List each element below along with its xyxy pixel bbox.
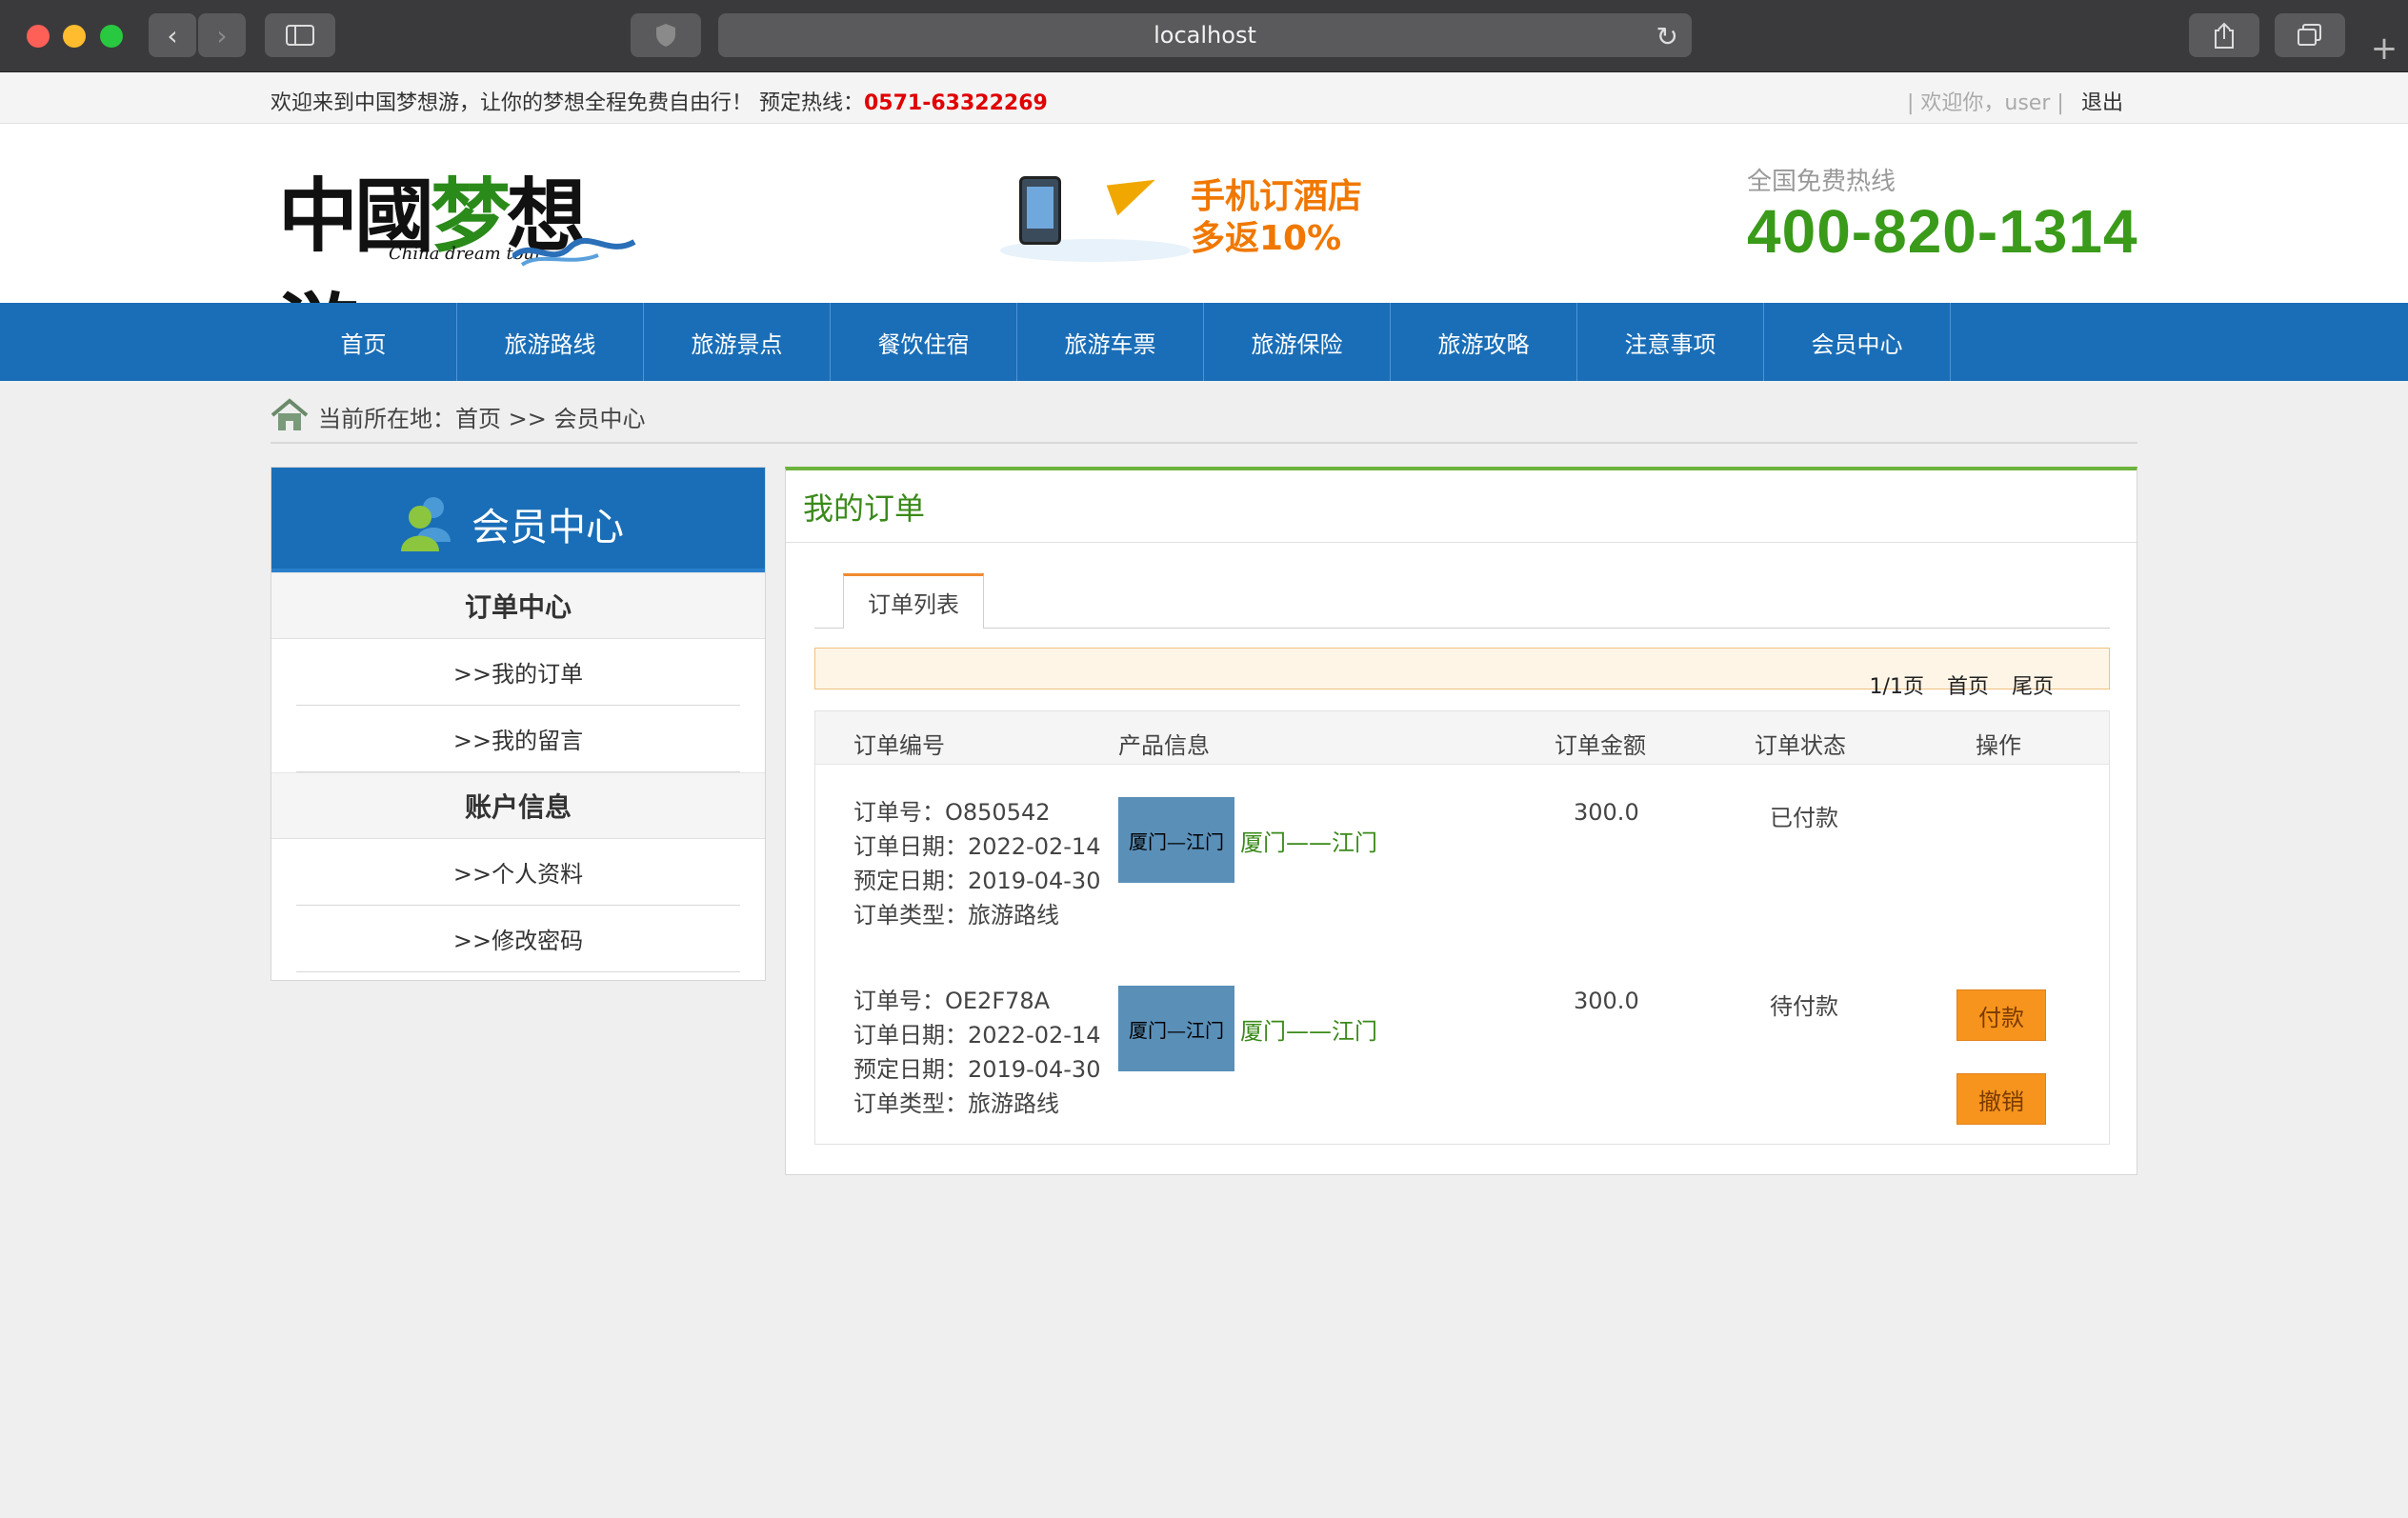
nav-attractions[interactable]: 旅游景点 [644, 303, 831, 381]
product-thumbnail[interactable]: 厦门—江门 [1118, 797, 1234, 883]
order-status: 待付款 [1770, 993, 1838, 1020]
user-greeting: | 欢迎你，user | [1907, 91, 2064, 115]
promo-text: 手机订酒店 多返10% [1191, 176, 1362, 260]
order-amount: 300.0 [1574, 799, 1639, 826]
col-order-no: 订单编号 [853, 732, 945, 759]
site-logo[interactable]: 中國梦想游 China dream tour [274, 152, 655, 378]
orders-panel: 我的订单 订单列表 1/1页 首页 尾页 订单编号 产品信息 订单金额 订单状态… [785, 467, 2137, 1175]
back-button[interactable]: ‹ [149, 13, 196, 57]
sidebar-header: 会员中心 [271, 468, 765, 572]
tab-bar: 订单列表 [814, 573, 2110, 629]
col-amount: 订单金额 [1555, 732, 1646, 759]
home-icon [271, 398, 309, 430]
sidebar-title: 会员中心 [472, 506, 624, 549]
order-amount: 300.0 [1574, 988, 1639, 1014]
freeline-number: 400-820-1314 [1747, 197, 2138, 266]
sidebar-icon [286, 25, 314, 46]
order-type: 订单类型：旅游路线 [853, 1090, 1059, 1117]
chevron-left-icon: ‹ [167, 19, 178, 51]
sidebar-item-change-password[interactable]: >>修改密码 [296, 906, 740, 972]
tab-overview-button[interactable] [2275, 13, 2345, 57]
new-tab-button[interactable]: + [2360, 29, 2408, 69]
table-row: 订单号：O850542 订单日期：2022-02-14 预定日期：2019-04… [815, 765, 2109, 951]
nav-dining-lodging[interactable]: 餐饮住宿 [831, 303, 1017, 381]
reload-icon[interactable]: ↻ [1656, 21, 1678, 52]
order-type: 订单类型：旅游路线 [853, 902, 1059, 929]
logout-link[interactable]: 退出 [2081, 86, 2123, 116]
orders-table: 订单编号 产品信息 订单金额 订单状态 操作 订单号：O850542 订单日期：… [814, 710, 2110, 1145]
pagination-bar: 1/1页 首页 尾页 [814, 648, 2110, 699]
nav-guides[interactable]: 旅游攻略 [1391, 303, 1577, 381]
page-indicator: 1/1页 [1869, 675, 1924, 699]
main-nav: 首页 旅游路线 旅游景点 餐饮住宿 旅游车票 旅游保险 旅游攻略 注意事项 会员… [0, 303, 2408, 381]
tabs-icon [2298, 24, 2321, 46]
nav-tickets[interactable]: 旅游车票 [1017, 303, 1204, 381]
welcome-message: 欢迎来到中国梦想游，让你的梦想全程免费自由行！ 预定热线： [271, 91, 864, 115]
booking-date: 预定日期：2019-04-30 [853, 1056, 1101, 1083]
close-window-button[interactable] [27, 25, 50, 48]
page-title: 我的订单 [786, 470, 2137, 543]
shield-icon [656, 24, 675, 47]
phone-icon [1019, 176, 1061, 245]
sidebar-toggle-button[interactable] [265, 13, 335, 57]
chevron-right-icon: › [216, 19, 228, 51]
minimize-window-button[interactable] [63, 25, 86, 48]
nav-insurance[interactable]: 旅游保险 [1204, 303, 1391, 381]
first-page-link[interactable]: 首页 [1947, 669, 1989, 700]
share-button[interactable] [2189, 13, 2259, 57]
col-product: 产品信息 [1118, 732, 1210, 759]
privacy-report-button[interactable] [631, 13, 701, 57]
product-thumbnail[interactable]: 厦门—江门 [1118, 986, 1234, 1071]
nav-notes[interactable]: 注意事项 [1577, 303, 1764, 381]
hotline-number: 0571-63322269 [864, 91, 1048, 115]
promo-line-2: 多返10% [1191, 219, 1342, 258]
nav-member-center[interactable]: 会员中心 [1764, 303, 1951, 381]
welcome-text: 欢迎来到中国梦想游，让你的梦想全程免费自由行！ 预定热线：0571-633222… [271, 86, 1048, 116]
product-link[interactable]: 厦门——江门 [1240, 824, 1377, 857]
order-number: 订单号：OE2F78A [853, 988, 1051, 1014]
mobile-hotel-promo[interactable]: 手机订酒店 多返10% [991, 167, 1391, 271]
order-status: 已付款 [1770, 805, 1838, 831]
sidebar-item-my-orders[interactable]: >>我的订单 [296, 639, 740, 706]
section-account-info: 账户信息 [271, 772, 765, 839]
last-page-link[interactable]: 尾页 [2012, 669, 2054, 700]
nav-routes[interactable]: 旅游路线 [457, 303, 644, 381]
booking-date: 预定日期：2019-04-30 [853, 868, 1101, 894]
plus-icon: + [2370, 30, 2398, 68]
zoom-window-button[interactable] [100, 25, 123, 48]
section-order-center: 订单中心 [271, 572, 765, 639]
wave-icon [512, 237, 636, 267]
breadcrumb: 当前所在地：首页 >> 会员中心 [271, 392, 2137, 444]
freeline-label: 全国免费热线 [1747, 168, 1896, 196]
member-sidebar: 会员中心 订单中心 >>我的订单 >>我的留言 账户信息 >>个人资料 >>修改… [271, 467, 766, 981]
users-icon [401, 497, 451, 551]
browser-toolbar: ‹ › localhost ↻ + [0, 0, 2408, 72]
col-actions: 操作 [1976, 732, 2021, 759]
pay-button[interactable]: 付款 [1956, 989, 2046, 1041]
order-date: 订单日期：2022-02-14 [853, 1022, 1101, 1049]
tab-order-list[interactable]: 订单列表 [843, 573, 984, 629]
share-icon [2215, 22, 2234, 49]
breadcrumb-text: 当前所在地：首页 >> 会员中心 [318, 406, 646, 432]
order-number: 订单号：O850542 [853, 799, 1051, 826]
url-text: localhost [1154, 22, 1256, 49]
top-info-bar: 欢迎来到中国梦想游，让你的梦想全程免费自由行！ 预定热线：0571-633222… [0, 72, 2408, 124]
nav-home[interactable]: 首页 [271, 303, 457, 381]
site-header: 中國梦想游 China dream tour 手机订酒店 多返10% 全国免费热… [0, 124, 2408, 378]
promo-line-1: 手机订酒店 [1191, 177, 1363, 216]
forward-button[interactable]: › [198, 13, 246, 57]
paper-plane-icon [1106, 169, 1163, 216]
cancel-order-button[interactable]: 撤销 [1956, 1073, 2046, 1125]
sidebar-item-profile[interactable]: >>个人资料 [296, 839, 740, 906]
address-bar[interactable]: localhost ↻ [718, 13, 1692, 57]
order-date: 订单日期：2022-02-14 [853, 833, 1101, 860]
table-header: 订单编号 产品信息 订单金额 订单状态 操作 [815, 711, 2109, 765]
sidebar-item-my-messages[interactable]: >>我的留言 [296, 706, 740, 772]
product-link[interactable]: 厦门——江门 [1240, 1012, 1377, 1046]
table-row: 订单号：OE2F78A 订单日期：2022-02-14 预定日期：2019-04… [815, 953, 2109, 1140]
order-info: 订单号：O850542 订单日期：2022-02-14 预定日期：2019-04… [853, 795, 1100, 932]
order-info: 订单号：OE2F78A 订单日期：2022-02-14 预定日期：2019-04… [853, 984, 1100, 1121]
col-status: 订单状态 [1755, 732, 1846, 759]
